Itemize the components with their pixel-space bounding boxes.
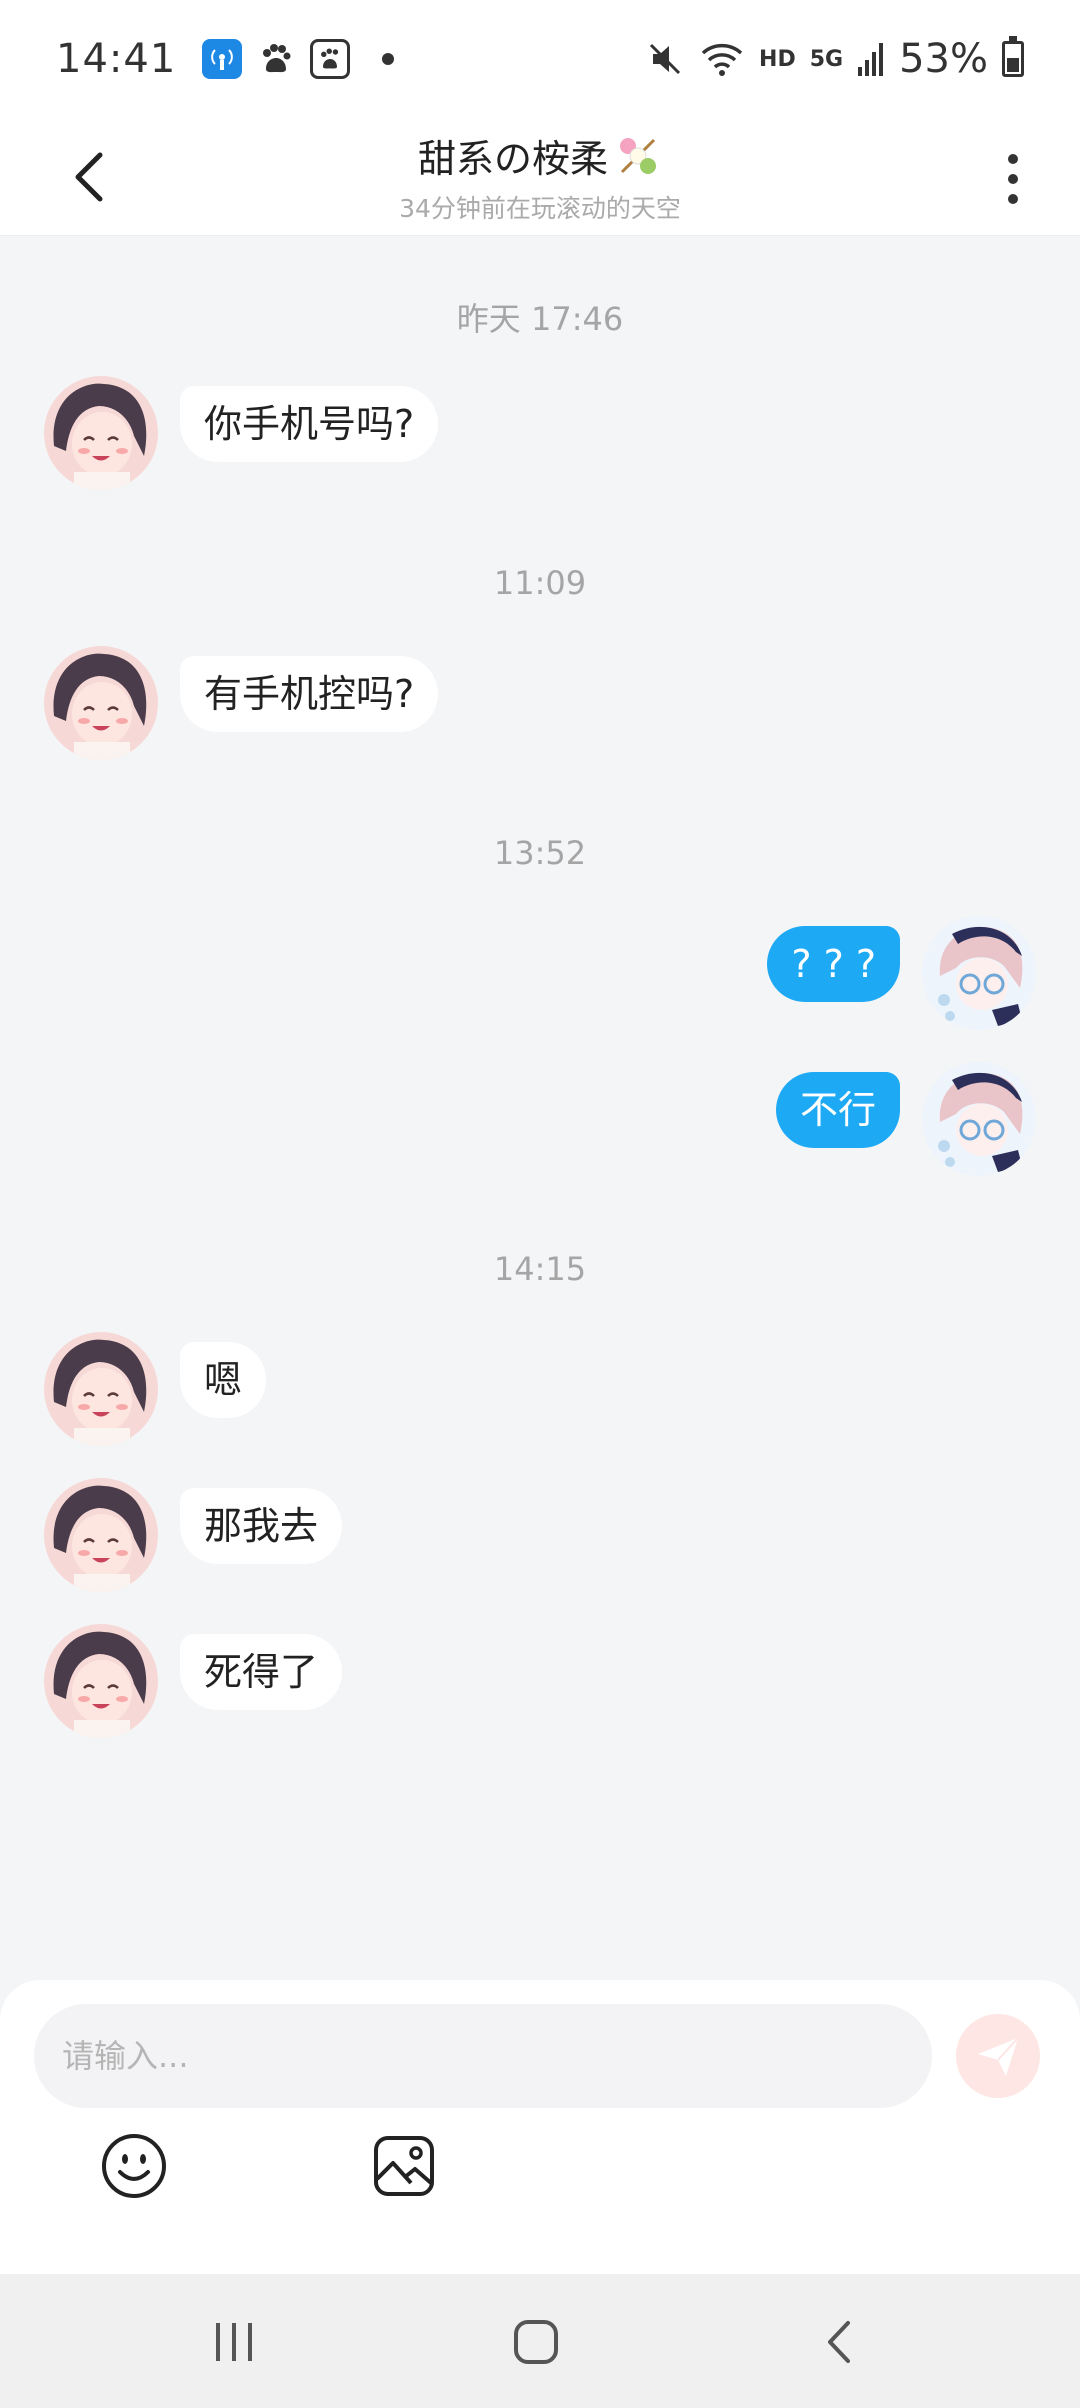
home-icon: [514, 2320, 558, 2364]
my-avatar[interactable]: [922, 1062, 1036, 1176]
more-options-button[interactable]: [988, 144, 1038, 214]
battery-percent: 53%: [899, 36, 988, 82]
contact-avatar[interactable]: [44, 376, 158, 490]
message-bubble[interactable]: 嗯: [180, 1342, 267, 1418]
chevron-left-icon: [828, 2321, 850, 2363]
message-bubble[interactable]: 不行: [775, 1072, 900, 1148]
hd-label: HD: [759, 46, 796, 72]
contact-name-row: 甜系の桉柔: [418, 128, 662, 183]
contact-name: 甜系の桉柔: [417, 137, 608, 181]
chat-header: 甜系の桉柔 34分钟前在玩滚动的天空: [0, 118, 1080, 236]
recent-apps-icon: [216, 2323, 252, 2361]
received-message: 有手机控吗?: [44, 646, 439, 760]
composer: [0, 1980, 1080, 2274]
received-message: 死得了: [44, 1624, 343, 1738]
battery-icon: [1002, 36, 1024, 77]
hotspot-app-icon: [202, 39, 243, 79]
my-avatar[interactable]: [922, 916, 1036, 1030]
wifi-icon: [701, 43, 743, 76]
sent-message: 不行: [775, 1062, 1036, 1176]
timestamp: 11:09: [493, 564, 587, 602]
message-bubble[interactable]: 那我去: [180, 1488, 343, 1564]
received-message: 嗯: [44, 1332, 267, 1446]
received-message: 你手机号吗?: [44, 376, 439, 490]
message-input[interactable]: [34, 2004, 932, 2108]
smiley-icon: [102, 2134, 166, 2198]
message-list[interactable]: 昨天 17:46 你手机号吗? 11:09 有手机控吗? 13:52 ? ? ?…: [0, 236, 1080, 1981]
message-bubble[interactable]: 死得了: [180, 1634, 343, 1710]
home-button[interactable]: [496, 2302, 576, 2382]
status-bar: 14:41 HD 5G 53%: [0, 0, 1080, 118]
contact-avatar[interactable]: [44, 1478, 158, 1592]
sent-message: ? ? ?: [767, 916, 1036, 1030]
system-back-button[interactable]: [800, 2302, 880, 2382]
title-block: 甜系の桉柔 34分钟前在玩滚动的天空: [0, 128, 1080, 225]
recent-apps-button[interactable]: [194, 2302, 274, 2382]
more-dot: [1008, 174, 1018, 184]
contact-avatar[interactable]: [44, 1332, 158, 1446]
notification-dot: [382, 53, 395, 65]
5g-label: 5G: [809, 46, 844, 72]
timestamp: 13:52: [493, 834, 587, 872]
more-dot: [1008, 194, 1018, 204]
contact-avatar[interactable]: [44, 1624, 158, 1738]
system-status: HD 5G 53%: [645, 36, 1024, 82]
dango-emoji-icon: [620, 137, 656, 174]
image-icon: [374, 2136, 434, 2196]
contact-avatar[interactable]: [44, 646, 158, 760]
message-bubble[interactable]: ? ? ?: [767, 926, 900, 1002]
received-message: 那我去: [44, 1478, 343, 1592]
image-button[interactable]: [368, 2130, 440, 2202]
timestamp: 14:15: [493, 1250, 587, 1288]
baidu-outline-icon: [310, 39, 351, 79]
mute-icon: [649, 43, 681, 75]
more-dot: [1008, 154, 1018, 164]
emoji-button[interactable]: [98, 2130, 170, 2202]
baidu-paw-icon: [256, 39, 296, 79]
send-button[interactable]: [956, 2014, 1040, 2098]
message-bubble[interactable]: 你手机号吗?: [180, 386, 439, 462]
timestamp: 昨天 17:46: [456, 300, 624, 338]
notification-icons: [202, 39, 395, 79]
system-nav-bar: [0, 2274, 1080, 2408]
message-bubble[interactable]: 有手机控吗?: [180, 656, 439, 732]
send-plane-icon: [978, 2037, 1019, 2076]
signal-icon: [858, 43, 884, 76]
status-time: 14:41: [56, 36, 177, 82]
contact-status: 34分钟前在玩滚动的天空: [399, 194, 681, 223]
